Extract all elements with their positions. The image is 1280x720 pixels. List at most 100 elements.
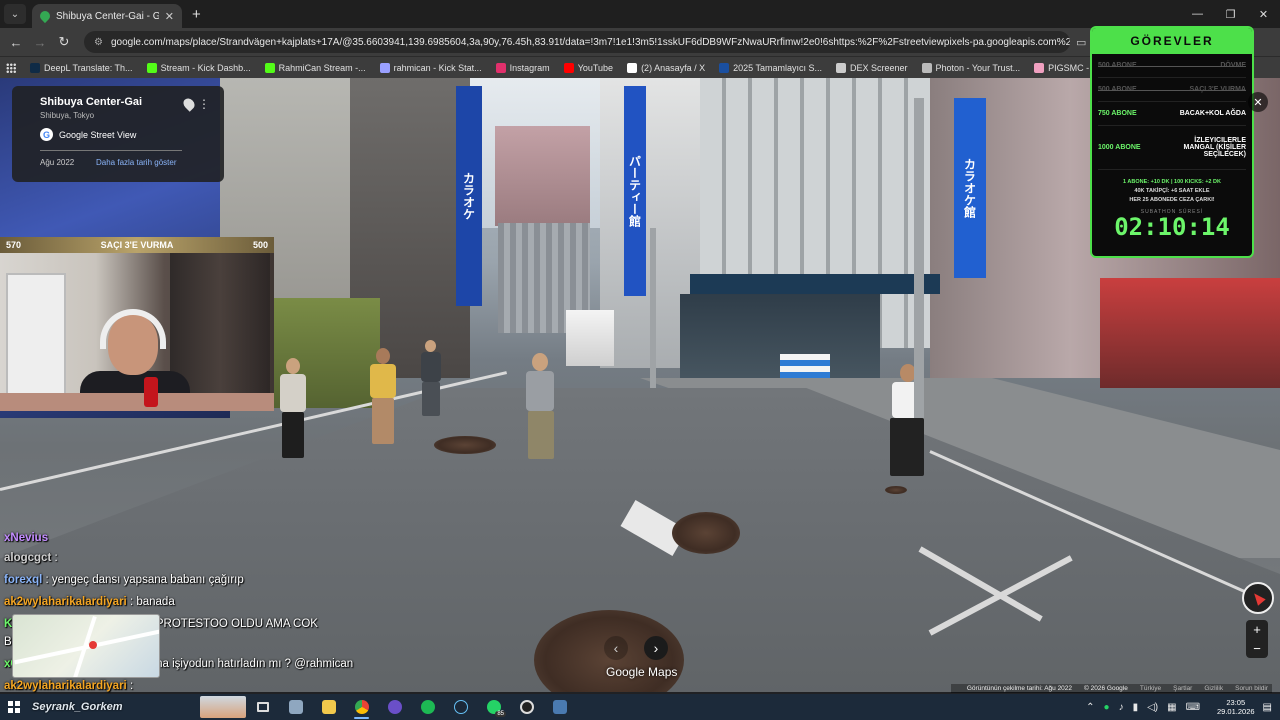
minimize-button[interactable]: — xyxy=(1181,0,1214,28)
taskbar-app-spotify[interactable] xyxy=(411,694,444,720)
cast-icon[interactable]: ▭ xyxy=(1076,36,1086,49)
bookmark-favicon-icon xyxy=(719,62,730,73)
taskbar-app-monitor[interactable] xyxy=(279,694,312,720)
start-button[interactable] xyxy=(0,694,28,720)
bookmark-favicon-icon xyxy=(146,62,157,73)
tab-close-icon[interactable]: ✕ xyxy=(165,10,174,23)
bookmark-item[interactable]: DEX Screener xyxy=(835,62,908,73)
google-logo-icon: G xyxy=(40,128,53,141)
more-options-icon[interactable]: ⋮ xyxy=(198,97,210,111)
timeline-slider[interactable] xyxy=(40,150,182,151)
taskbar-search-overlay-text: Seyrank_Gorkem xyxy=(32,701,123,713)
restore-button[interactable]: ❐ xyxy=(1214,0,1247,28)
bookmark-item[interactable]: DeepL Translate: Th... xyxy=(30,62,133,73)
tab-google-maps[interactable]: Shibuya Center-Gai - Google H ✕ xyxy=(32,4,182,28)
shop-awning xyxy=(690,274,940,294)
close-window-button[interactable]: ✕ xyxy=(1247,0,1280,28)
task-view-button[interactable] xyxy=(246,694,279,720)
task-item: 750 ABONE BACAK+KOL AĞDA xyxy=(1098,102,1246,126)
apps-grid-icon[interactable] xyxy=(6,62,16,73)
forward-arrow-icon[interactable]: → xyxy=(28,35,52,50)
notification-icon[interactable]: ▤ xyxy=(1263,702,1272,713)
chat-text: : xyxy=(126,680,134,692)
zoom-controls: + − xyxy=(1246,620,1268,658)
goal-left-value: 570 xyxy=(6,240,22,250)
bookmark-favicon-icon xyxy=(1034,62,1045,73)
taskbar-app-steam[interactable] xyxy=(444,694,477,720)
manhole-cover xyxy=(885,486,907,494)
taskbar-app-whatsapp[interactable]: 85 xyxy=(477,694,510,720)
headset-icon xyxy=(100,309,166,349)
taskbar-app-explorer[interactable] xyxy=(312,694,345,720)
task-goal: 750 ABONE xyxy=(1098,110,1137,117)
attribution-capture-date: Görüntünün çekilme tarihi: Ağu 2022 xyxy=(966,685,1073,692)
bookmark-item[interactable]: 2025 Tamamlayıcı S... xyxy=(719,62,822,73)
chat-message: alogcgct : xyxy=(4,552,58,564)
terms-link[interactable]: Şartlar xyxy=(1173,685,1192,692)
compass-icon[interactable] xyxy=(1242,582,1274,614)
more-dates-link[interactable]: Daha fazla tarih göster xyxy=(96,158,177,167)
previous-arrow-icon[interactable]: ‹ xyxy=(604,636,628,660)
reload-icon[interactable]: ↻ xyxy=(52,34,76,50)
bookmark-item[interactable]: (2) Anasayfa / X xyxy=(627,62,705,73)
bookmark-item[interactable]: Photon - Your Trust... xyxy=(921,62,1021,73)
attribution-region[interactable]: Türkiye xyxy=(1140,685,1161,692)
bookmark-item[interactable]: YouTube xyxy=(563,62,613,73)
next-arrow-icon[interactable]: › xyxy=(644,636,668,660)
recorder-icon xyxy=(519,700,534,714)
zoom-in-button[interactable]: + xyxy=(1253,622,1261,637)
tab-search-dropdown[interactable]: ⌄ xyxy=(4,4,26,24)
spotify-icon xyxy=(420,700,435,714)
delivery-truck xyxy=(566,310,614,366)
chat-text: : yengeç dansı yapsana babanı çağırıp xyxy=(42,574,244,586)
place-subtitle: Shibuya, Tokyo xyxy=(40,111,95,120)
microphone-icon[interactable]: ♪ xyxy=(1119,702,1124,713)
street-view-nav-arrows: ‹ › xyxy=(604,636,684,660)
taskbar-clock[interactable]: 23:05 29.01.2026 xyxy=(1217,698,1255,716)
site-info-icon[interactable]: ⚙ xyxy=(94,37,103,48)
map-attribution: Görüntünün çekilme tarihi: Ağu 2022 © 20… xyxy=(950,684,1272,693)
webcam-feed xyxy=(0,253,274,411)
manhole-cover xyxy=(672,512,740,554)
report-problem-link[interactable]: Sorun bildir xyxy=(1235,685,1268,692)
bookmark-item[interactable]: rahmican - Kick Stat... xyxy=(379,62,482,73)
system-tray: ⌃ ● ♪ ▮ ◁) ▦ ⌨ 23:05 29.01.2026 ▤ xyxy=(1086,694,1280,720)
close-street-view-button[interactable]: ✕ xyxy=(1248,92,1268,112)
task-item: 1000 ABONE İZLEYICILERLE MANGAL (KİŞİLER … xyxy=(1098,126,1246,170)
street-view-provider: G Google Street View xyxy=(40,128,214,141)
bookmark-label: DeepL Translate: Th... xyxy=(44,62,133,73)
tasks-list: 500 ABONEDÖVME500 ABONESAÇI 3'E VURMA750… xyxy=(1092,54,1252,170)
bookmark-item[interactable]: Stream - Kick Dashb... xyxy=(146,62,251,73)
maps-pin-icon xyxy=(37,8,53,24)
zoom-out-button[interactable]: − xyxy=(1253,641,1261,656)
taskbar-app-recorder[interactable] xyxy=(510,694,543,720)
taskbar-app-settings[interactable] xyxy=(543,694,576,720)
battery-icon[interactable]: ▮ xyxy=(1133,702,1139,713)
network-icon[interactable]: ▦ xyxy=(1167,702,1176,713)
taskbar-app-obs[interactable] xyxy=(378,694,411,720)
task-goal: 1000 ABONE xyxy=(1098,144,1141,151)
keyboard-icon[interactable]: ⌨ xyxy=(1186,702,1200,713)
address-bar[interactable]: ⚙ google.com/maps/place/Strandvägen+kajp… xyxy=(84,31,1070,53)
webcam-desk xyxy=(0,393,274,411)
new-tab-button[interactable]: + xyxy=(192,6,201,23)
windows-logo-icon xyxy=(8,701,20,713)
tray-expand-icon[interactable]: ⌃ xyxy=(1086,702,1094,713)
bookmark-favicon-icon xyxy=(495,62,506,73)
taskbar-weather-thumbnail[interactable] xyxy=(200,696,246,718)
taskbar-app-chrome[interactable] xyxy=(345,694,378,720)
tray-app-icon[interactable]: ● xyxy=(1104,702,1110,713)
back-arrow-icon[interactable]: ← xyxy=(4,35,28,50)
screen: ⌄ Shibuya Center-Gai - Google H ✕ + — ❐ … xyxy=(0,0,1280,720)
street-view-minimap[interactable] xyxy=(12,614,160,678)
monitor-app-icon xyxy=(288,700,303,714)
building-center-billboard xyxy=(495,126,590,226)
provider-label: Google Street View xyxy=(59,129,137,140)
pedestrian xyxy=(362,348,406,448)
bookmark-item[interactable]: RahmiCan Stream -... xyxy=(264,62,366,73)
bookmark-label: Photon - Your Trust... xyxy=(935,62,1021,73)
task-strikethrough xyxy=(1098,90,1246,91)
bookmark-item[interactable]: Instagram xyxy=(495,62,550,73)
volume-icon[interactable]: ◁) xyxy=(1147,702,1158,713)
privacy-link[interactable]: Gizlilik xyxy=(1204,685,1223,692)
